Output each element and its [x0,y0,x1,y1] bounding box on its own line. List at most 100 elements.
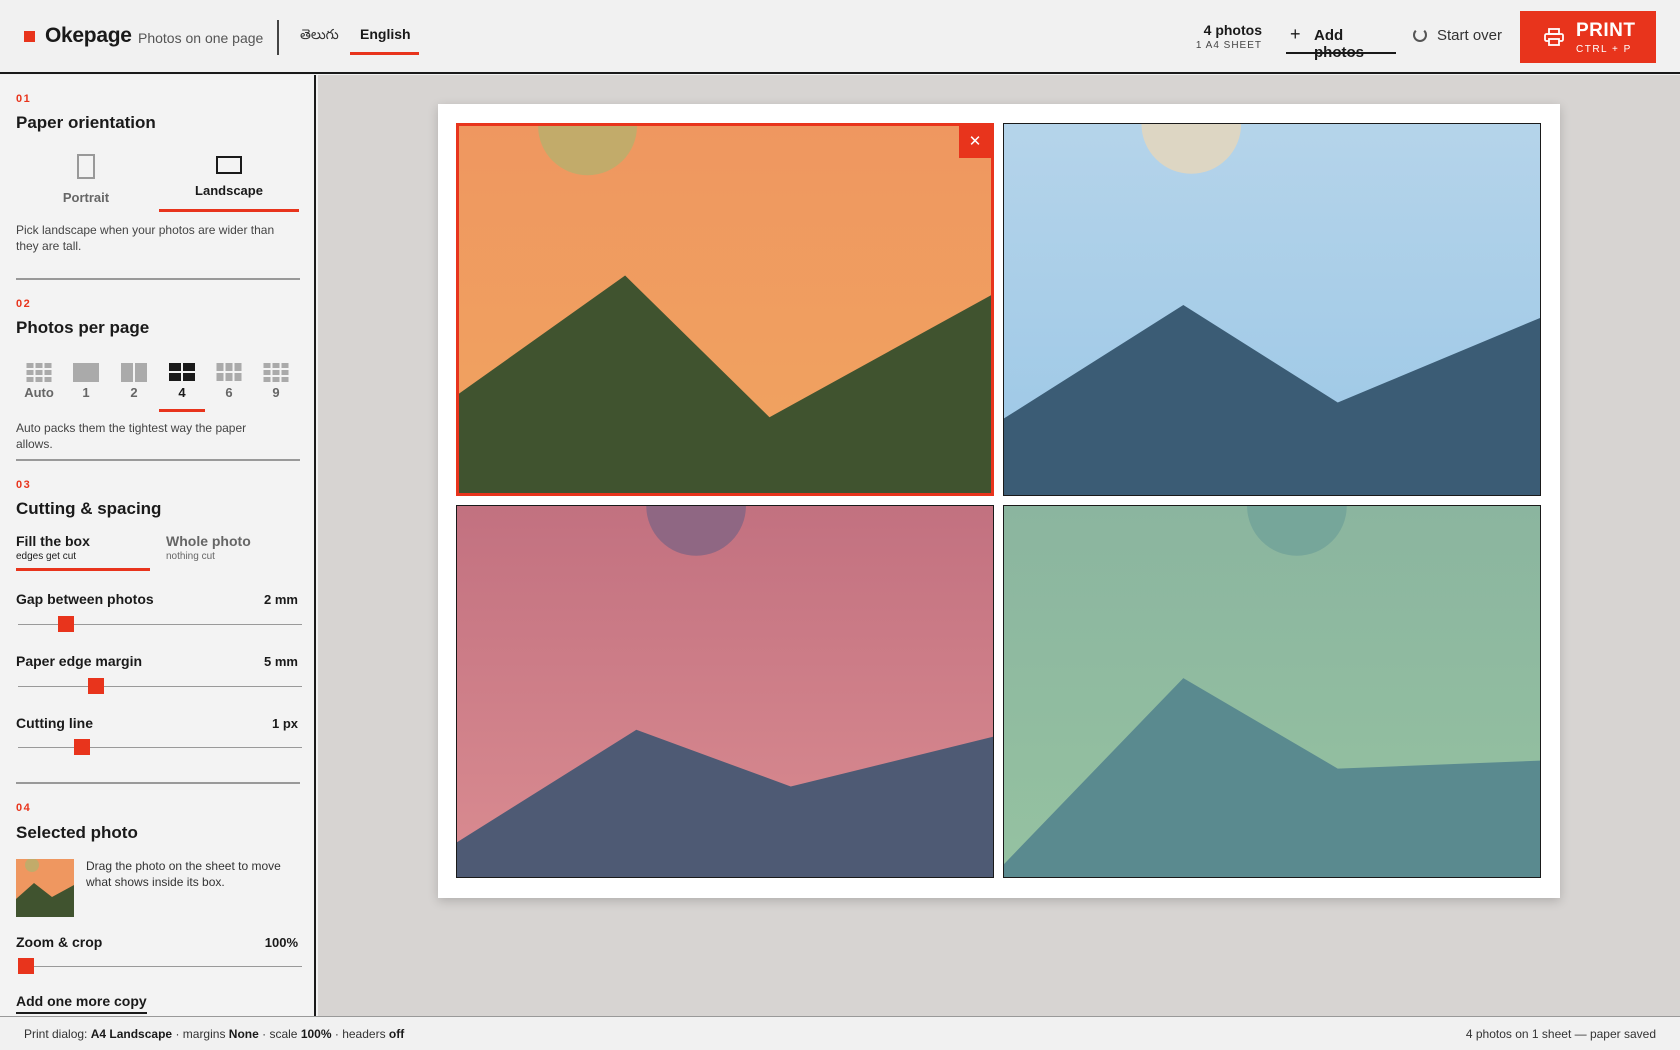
section-divider [16,459,300,461]
per-page-auto[interactable]: Auto [16,360,62,412]
status-margins-label: · margins [175,1027,226,1041]
photo-tile-1[interactable]: ✕ [456,123,994,496]
status-summary: 4 photos on 1 sheet — paper saved [1465,1027,1656,1041]
status-paper: A4 Landscape [90,1027,173,1041]
per-page-label: Auto [24,385,54,400]
add-photos-button[interactable]: + Add photos [1286,22,1396,61]
landscape-image [1004,506,1540,877]
section-title-per-page: Photos per page [16,318,150,337]
section-number: 03 [16,479,32,491]
orientation-portrait-label: Portrait [62,190,110,205]
status-headers-label: · headers [334,1027,386,1041]
per-page-label: 9 [272,385,280,400]
section-divider [16,782,300,784]
status-bar: Print dialog: A4 Landscape · margins Non… [0,1016,1680,1050]
orientation-hint: Pick landscape when your photos are wide… [16,223,275,253]
zoom-slider-value: 100% [264,935,298,950]
per-page-label: 2 [130,385,138,400]
cutting-line-slider-track[interactable] [18,747,302,748]
photo-tile-3[interactable] [456,505,994,878]
status-headers: off [388,1027,405,1041]
refresh-icon [1413,28,1427,42]
paper-sheet: ✕ [438,104,1560,898]
zoom-slider-label: Zoom & crop [16,934,103,950]
per-page-hint: Auto packs them the tightest way the pap… [16,421,247,451]
margin-slider-track[interactable] [18,686,302,687]
per-page-9[interactable]: 9 [253,360,299,412]
grid-2-icon [121,363,147,382]
print-label: PRINT [1576,20,1636,41]
printer-icon [1544,28,1564,46]
gap-slider-value: 2 mm [264,592,298,607]
start-over-button[interactable]: Start over [1413,27,1502,44]
add-photos-label: Add photos [1314,27,1364,61]
section-title-selected: Selected photo [16,823,138,842]
gap-slider-label: Gap between photos [16,591,154,607]
grid-1-icon [73,363,99,382]
status-scale: 100% [300,1027,332,1041]
margin-slider-value: 5 mm [264,654,298,669]
per-page-4[interactable]: 4 [159,360,205,412]
print-button[interactable]: PRINT CTRL + P [1520,11,1656,63]
margin-slider-label: Paper edge margin [16,653,143,669]
photo-count-label: 4 photos [1203,22,1262,38]
settings-sidebar: 01 Paper orientation Portrait Landscape … [0,75,316,1016]
section-divider [16,278,300,280]
landscape-image [459,126,991,493]
orientation-landscape-label: Landscape [195,183,263,198]
photo-tile-4[interactable] [1003,505,1541,878]
status-prefix: Print dialog: [24,1027,88,1041]
section-number: 02 [16,298,32,310]
zoom-slider-thumb[interactable] [18,958,34,974]
fit-whole-sublabel: nothing cut [166,551,215,562]
section-number: 01 [16,93,32,105]
gap-slider-thumb[interactable] [58,616,75,632]
fit-whole-label: Whole photo [166,533,251,549]
fit-whole-photo-option[interactable]: Whole photo nothing cut [166,533,251,571]
per-page-label: 1 [82,385,90,400]
add-copy-link[interactable]: Add one more copy [16,993,147,1014]
landscape-page-icon [216,156,242,174]
per-page-1[interactable]: 1 [63,360,109,412]
grid-auto-icon [26,363,52,382]
orientation-landscape[interactable]: Landscape [159,150,299,212]
app-tagline: Photos on one page [138,30,264,46]
zoom-slider-track[interactable] [18,966,302,967]
landscape-image [457,506,993,877]
cutting-line-slider-value: 1 px [271,716,298,731]
grid-4-icon [169,363,195,381]
orientation-portrait[interactable]: Portrait [16,150,156,212]
per-page-6[interactable]: 6 [206,360,252,412]
section-number: 04 [16,802,32,814]
sheet-count-label: 1 A4 SHEET [1195,40,1262,51]
language-telugu[interactable]: తెలుగు [300,26,339,56]
grid-6-icon [216,363,242,381]
status-margins: None [228,1027,259,1041]
section-title-orientation: Paper orientation [16,113,156,132]
section-title-cutting: Cutting & spacing [16,499,162,518]
preview-canvas: ✕ [318,75,1680,1016]
close-icon[interactable]: ✕ [959,126,991,158]
per-page-label: 4 [178,385,186,400]
print-settings-summary: Print dialog: A4 Landscape · margins Non… [24,1027,404,1041]
portrait-page-icon [77,154,95,179]
per-page-label: 6 [225,385,233,400]
fit-fill-label: Fill the box [16,533,90,549]
print-shortcut: CTRL + P [1576,44,1632,55]
brand-logo-square [24,31,35,42]
cutting-line-slider-thumb[interactable] [74,739,91,755]
plus-icon: + [1290,24,1301,44]
app-name: Okepage [45,24,132,47]
photo-count: 4 photos 1 A4 SHEET [1196,22,1262,51]
margin-slider-thumb[interactable] [87,678,104,694]
fit-fill-box-option[interactable]: Fill the box edges get cut [16,533,150,571]
cutting-line-slider-label: Cutting line [16,715,93,731]
status-scale-label: · scale [262,1027,298,1041]
landscape-image [1004,124,1540,495]
selected-photo-description: Drag the photo on the sheet to move what… [86,859,281,889]
language-english[interactable]: English [350,26,419,55]
selected-photo-thumbnail [16,859,74,917]
per-page-2[interactable]: 2 [111,360,157,412]
photo-tile-2[interactable] [1003,123,1541,496]
header-divider [277,20,279,55]
